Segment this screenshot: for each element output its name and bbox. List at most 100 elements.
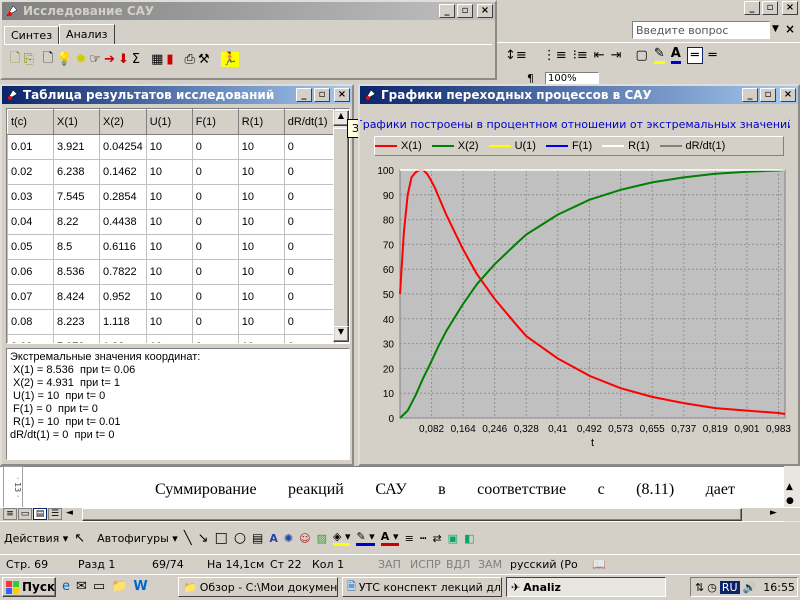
arrow-tool-icon[interactable]: ↘	[198, 531, 209, 546]
main-close-button[interactable]: ×	[477, 4, 493, 18]
tab-analysis[interactable]: Анализ	[59, 24, 115, 45]
table-cell[interactable]: 8.223	[53, 309, 100, 335]
table-cell[interactable]: 10	[145, 259, 193, 285]
line-color-icon[interactable]: ✎ ▾	[356, 530, 375, 546]
ie-icon[interactable]: e	[62, 579, 70, 594]
table-cell[interactable]: 0.03	[7, 184, 54, 210]
autoshapes-menu[interactable]: Автофигуры ▾	[97, 532, 178, 545]
diagram-icon[interactable]: ✺	[284, 532, 293, 545]
table-cell[interactable]: 10	[237, 159, 285, 185]
table-cell[interactable]: 0	[283, 134, 335, 160]
wordart-icon[interactable]: A	[269, 532, 278, 545]
table-cell[interactable]: 0.02	[7, 159, 54, 185]
tools-icon[interactable]: ⚒	[198, 52, 210, 67]
task-explorer[interactable]: 📁 Обзор - С:\Мои докумен...	[178, 577, 338, 597]
table-cell[interactable]: 0	[283, 209, 335, 235]
line-tool-icon[interactable]: ╲	[184, 531, 192, 546]
table-row[interactable]: 0.097.9721.28100100	[7, 334, 335, 343]
table-cell[interactable]: 0	[191, 134, 239, 160]
table-cell[interactable]: 7.545	[53, 184, 100, 210]
grid-scroll-thumb[interactable]	[333, 128, 349, 328]
network-icon[interactable]: ⇅	[695, 581, 704, 594]
status-rec[interactable]: ЗАП	[378, 556, 401, 572]
table-cell[interactable]: 10	[237, 309, 285, 335]
border-icon[interactable]: ▢	[636, 48, 648, 63]
table-cell[interactable]: 0	[191, 259, 239, 285]
table-cell[interactable]: 3.921	[53, 134, 100, 160]
main-window-titlebar[interactable]: Исследование САУ _ ▫ ×	[2, 2, 495, 20]
browse-object-icon[interactable]: ●	[786, 496, 794, 506]
volume-icon[interactable]: 🔊	[743, 581, 757, 594]
line-weight-icon[interactable]: ≡	[405, 532, 414, 545]
table-cell[interactable]: 0.05	[7, 234, 54, 260]
picture-icon[interactable]: ▨	[317, 532, 327, 545]
oval-tool-icon[interactable]: ○	[234, 530, 246, 546]
hscroll-right[interactable]: ►	[770, 508, 777, 518]
table-cell[interactable]: 0.6116	[99, 234, 147, 260]
table-maximize-button[interactable]: ▫	[314, 88, 330, 102]
red-arrow-down-icon[interactable]: ⬇	[118, 52, 129, 67]
table-cell[interactable]: 0.1462	[99, 159, 147, 185]
table-cell[interactable]: 10	[237, 259, 285, 285]
tab-synthesis[interactable]: Синтез	[4, 26, 60, 45]
font-color-icon[interactable]: A	[670, 46, 681, 64]
status-ext[interactable]: ВДЛ	[446, 556, 470, 572]
table-row[interactable]: 0.06 8.536 0.7822 10 0 10 0	[7, 259, 335, 285]
table-cell[interactable]: 0.2854	[99, 184, 147, 210]
red-arrow-right-icon[interactable]: ➔	[104, 52, 115, 67]
table-cell[interactable]: 10	[145, 134, 193, 160]
new-doc-icon[interactable]: 🗋	[43, 49, 53, 71]
column-header[interactable]: X(2)	[99, 109, 147, 135]
sun-icon[interactable]: ✹	[76, 52, 87, 67]
table-cell[interactable]: 8.536	[53, 259, 100, 285]
table-cell[interactable]: 10	[145, 209, 193, 235]
table-cell[interactable]: 0	[283, 159, 335, 185]
dash-style-icon[interactable]: ┅	[420, 532, 427, 545]
table-row[interactable]: 0.04 8.22 0.4438 10 0 10 0	[7, 209, 335, 235]
table-cell[interactable]: 0	[191, 284, 239, 310]
table-cell[interactable]: 0.04	[7, 209, 54, 235]
table-row[interactable]: 0.02 6.238 0.1462 10 0 10 0	[7, 159, 335, 185]
column-header[interactable]: X(1)	[53, 109, 100, 135]
main-minimize-button[interactable]: _	[439, 4, 455, 18]
table-cell[interactable]: 0	[283, 259, 335, 285]
table-cell[interactable]: 0	[191, 184, 239, 210]
rectangle-tool-icon[interactable]: □	[215, 530, 228, 546]
grid-scroll-down[interactable]: ▼	[333, 326, 349, 342]
results-grid[interactable]: t(c) X(1) X(2) U(1) F(1) R(1) dR/dt(1) 0.01 3.9…	[6, 108, 350, 344]
table-cell[interactable]: 10	[237, 334, 285, 343]
status-trk[interactable]: ИСПР	[410, 556, 441, 572]
start-button[interactable]: Пуск	[2, 577, 56, 597]
table-cell[interactable]: 0.952	[99, 284, 147, 310]
table-cell[interactable]: 10	[237, 134, 285, 160]
chart-icon[interactable]: ▮	[166, 52, 173, 67]
clock-icon[interactable]: ◷	[707, 581, 717, 594]
spelling-status-icon[interactable]: 📖	[592, 556, 606, 572]
grid-vscroll[interactable]: ▲ ▼	[333, 110, 349, 342]
table-cell[interactable]: 0.01	[7, 134, 54, 160]
exit-icon[interactable]: 🏃	[220, 52, 239, 67]
bullet-list-icon[interactable]: ⁝≡	[573, 48, 588, 63]
table-cell[interactable]: 0	[283, 234, 335, 260]
shadow-icon[interactable]: ▣	[448, 532, 458, 545]
question-box[interactable]: Введите вопрос	[632, 21, 770, 39]
copy-doc-icon[interactable]: ⎘	[23, 52, 33, 67]
line-style-icon[interactable]: ═	[686, 46, 703, 64]
status-ovr[interactable]: ЗАМ	[478, 556, 502, 572]
bulb-icon[interactable]: 💡	[56, 52, 72, 67]
table-cell[interactable]: 0	[283, 309, 335, 335]
table-window-titlebar[interactable]: Таблица результатов исследований _ ▫ ×	[2, 86, 352, 104]
table-close-button[interactable]: ×	[334, 88, 350, 102]
question-box-arrow[interactable]: ▼	[772, 24, 779, 34]
column-header[interactable]: dR/dt(1)	[283, 109, 335, 135]
table-cell[interactable]: 0	[191, 234, 239, 260]
table-cell[interactable]: 0.4438	[99, 209, 147, 235]
prev-page-icon[interactable]: ▲	[786, 482, 793, 492]
table-row[interactable]: 0.03 7.545 0.2854 10 0 10 0	[7, 184, 335, 210]
table-row[interactable]: 0.01 3.921 0.04254 10 0 10 0	[7, 134, 335, 160]
view-buttons[interactable]: ≡ ▭ ▤ ☰	[3, 508, 62, 520]
table-cell[interactable]: 10	[145, 184, 193, 210]
lang-indicator[interactable]: RU	[719, 580, 740, 594]
table-cell[interactable]: 10	[145, 159, 193, 185]
select-objects-icon[interactable]: ↖	[74, 531, 85, 546]
